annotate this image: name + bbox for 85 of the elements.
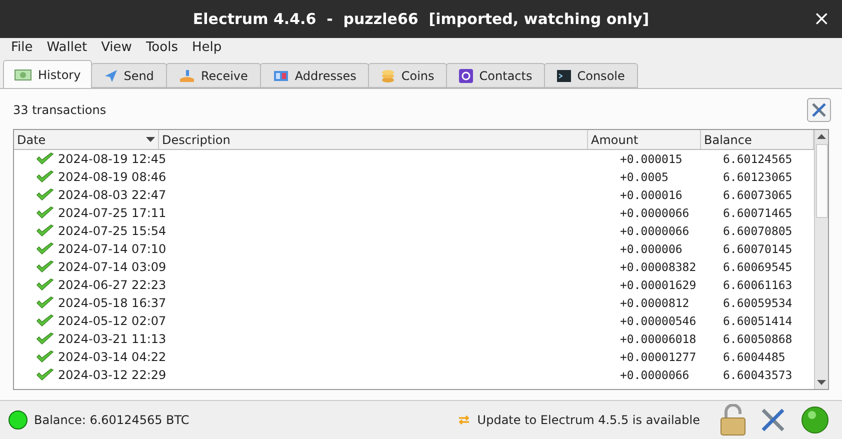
check-icon xyxy=(36,260,54,274)
amount-cell: +0.000016 xyxy=(620,188,682,202)
date-cell-text: 2024-08-19 08:46 xyxy=(58,169,166,186)
padlock-icon[interactable] xyxy=(720,404,746,436)
check-icon xyxy=(36,332,54,346)
menu-item[interactable]: Help xyxy=(192,38,222,58)
column-header[interactable]: Date xyxy=(14,130,159,149)
check-icon xyxy=(36,152,54,166)
menu-item[interactable]: Wallet xyxy=(46,38,88,58)
date-cell-text: 2024-07-14 07:10 xyxy=(58,241,166,258)
check-icon xyxy=(36,224,54,238)
balance-cell: 6.6004485 xyxy=(723,350,786,364)
close-button[interactable]: × xyxy=(813,8,830,28)
date-cell-text: 2024-05-18 16:37 xyxy=(58,295,166,312)
balance-cell: 6.60051414 xyxy=(723,314,792,328)
balance-cell: 6.60070805 xyxy=(723,224,792,238)
tab[interactable]: History xyxy=(3,60,92,88)
update-link[interactable]: Update to Electrum 4.5.5 is available xyxy=(477,411,700,429)
check-icon xyxy=(36,296,54,310)
date-cell-text: 2024-07-14 03:09 xyxy=(58,259,166,276)
terminal-icon xyxy=(557,70,572,82)
balance-cell: 6.60050868 xyxy=(723,332,792,346)
balance-cell: 6.60059534 xyxy=(723,296,792,310)
banknote-icon xyxy=(14,68,32,82)
address-book-icon xyxy=(272,68,289,82)
date-cell-text: 2024-03-12 22:29 xyxy=(58,367,166,384)
amount-cell: +0.0000066 xyxy=(620,206,690,220)
tab[interactable]: Addresses xyxy=(260,63,370,88)
date-cell-text: 2024-08-19 12:45 xyxy=(58,151,166,168)
date-cell-text: 2024-08-03 22:47 xyxy=(58,187,166,204)
check-icon xyxy=(36,314,54,328)
date-cell-text: 2024-07-25 17:11 xyxy=(58,205,166,222)
balance-cell: 6.60061163 xyxy=(723,278,792,292)
sort-arrow-icon xyxy=(146,137,155,142)
menu-item[interactable]: File xyxy=(11,38,33,58)
window-title: Electrum 4.4.6 - puzzle66 [imported, watching only] xyxy=(192,8,650,30)
tools-button[interactable] xyxy=(807,98,831,122)
amount-cell: +0.00001629 xyxy=(620,278,696,292)
tab[interactable]: Receive xyxy=(166,63,261,88)
tab[interactable]: Console xyxy=(544,63,638,88)
balance-cell: 6.60070145 xyxy=(723,242,792,256)
amount-cell: +0.0000812 xyxy=(620,296,690,310)
transaction-count: 33 transactions xyxy=(13,102,106,119)
column-header[interactable]: Description xyxy=(159,130,588,149)
check-icon xyxy=(36,188,54,202)
coins-icon xyxy=(381,68,396,82)
scrollbar-thumb[interactable] xyxy=(816,144,828,218)
amount-cell: +0.00001277 xyxy=(620,350,696,364)
column-header[interactable]: Amount xyxy=(588,130,701,149)
check-icon xyxy=(36,278,54,292)
balance-cell: 6.60069545 xyxy=(723,260,792,274)
date-cell-text: 2024-03-21 11:13 xyxy=(58,331,166,348)
balance-cell: 6.60071465 xyxy=(723,206,792,220)
date-cell-text: 2024-05-12 02:07 xyxy=(58,313,166,330)
check-icon xyxy=(36,242,54,256)
amount-cell: +0.0000066 xyxy=(620,368,690,382)
menu-item[interactable]: Tools xyxy=(146,38,178,58)
scrollbar[interactable] xyxy=(814,130,828,389)
date-cell-text: 2024-06-27 22:23 xyxy=(58,277,166,294)
menu-item[interactable]: View xyxy=(101,38,132,58)
amount-cell: +0.0005 xyxy=(620,170,668,184)
update-arrows-icon xyxy=(457,413,472,427)
balance-cell: 6.60073065 xyxy=(723,188,792,202)
amount-cell: +0.00000546 xyxy=(620,314,696,328)
balance-cell: 6.60124565 xyxy=(723,152,792,166)
amount-cell: +0.00008382 xyxy=(620,260,696,274)
tab[interactable]: Contacts xyxy=(446,63,546,88)
check-icon xyxy=(36,206,54,220)
amount-cell: +0.000015 xyxy=(620,152,682,166)
status-dot-icon xyxy=(8,410,28,430)
amount-cell: +0.00006018 xyxy=(620,332,696,346)
balance-text: Balance: 6.60124565 BTC xyxy=(34,412,190,429)
date-cell-text: 2024-07-25 15:54 xyxy=(58,223,166,240)
date-cell-text: 2024-03-14 04:22 xyxy=(58,349,166,366)
balance-cell: 6.60043573 xyxy=(723,368,792,382)
tab[interactable]: Coins xyxy=(368,63,448,88)
paper-plane-icon xyxy=(104,68,118,82)
amount-cell: +0.000006 xyxy=(620,242,682,256)
check-icon xyxy=(36,368,54,382)
amount-cell: +0.0000066 xyxy=(620,224,690,238)
check-icon xyxy=(36,350,54,364)
tab[interactable]: Send xyxy=(90,63,167,88)
balance-cell: 6.60123065 xyxy=(723,170,792,184)
check-icon xyxy=(36,170,54,184)
network-status-icon[interactable] xyxy=(800,405,830,435)
